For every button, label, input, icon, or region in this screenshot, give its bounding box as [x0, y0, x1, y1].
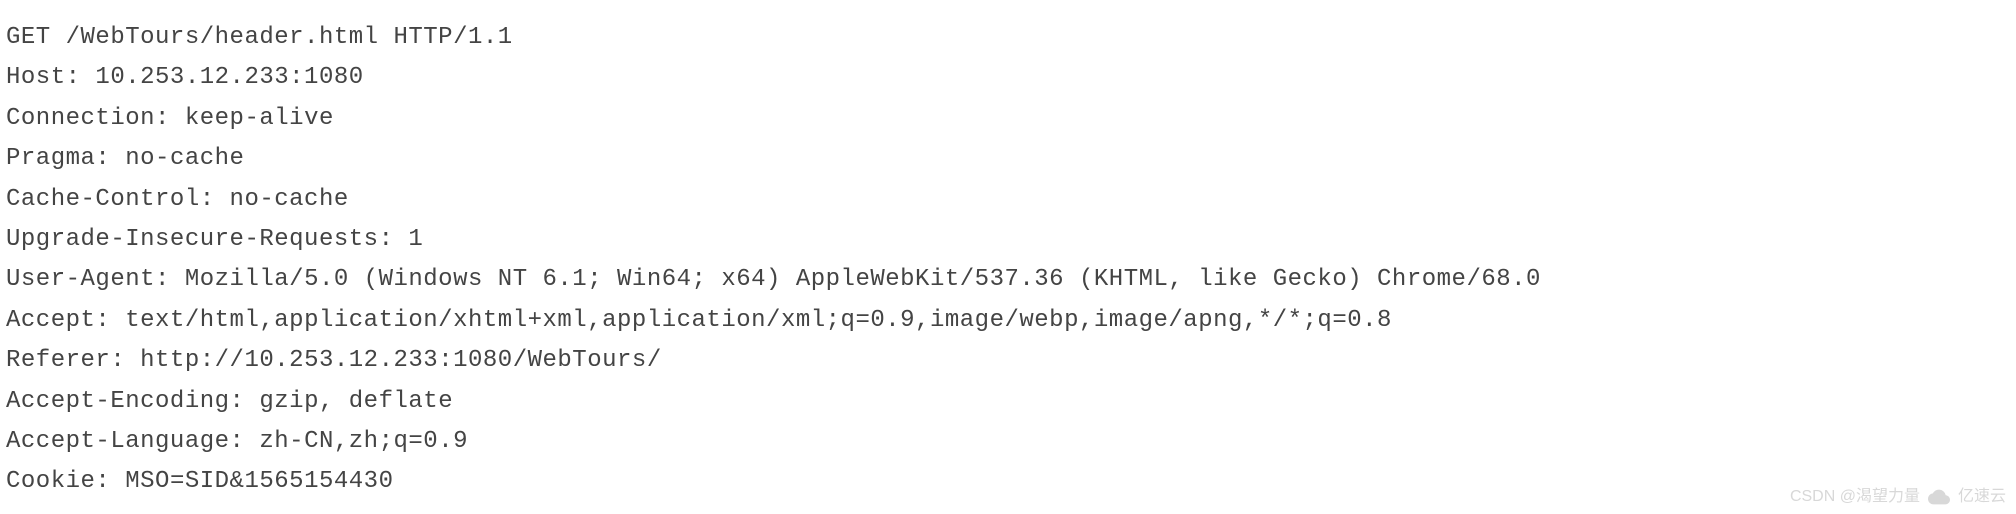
http-header-cookie: Cookie: MSO=SID&1565154430	[6, 462, 2010, 502]
header-value: keep-alive	[185, 105, 334, 132]
header-name: Accept-Language	[6, 428, 230, 455]
http-request-block: GET /WebTours/header.html HTTP/1.1 Host:…	[6, 18, 2010, 503]
watermark: CSDN @渴望力量 亿速云	[1790, 484, 2006, 510]
header-value: no-cache	[230, 186, 349, 213]
header-name: Pragma	[6, 145, 95, 172]
http-header-cache-control: Cache-Control: no-cache	[6, 180, 2010, 220]
header-name: Host	[6, 64, 66, 91]
header-name: Accept	[6, 307, 95, 334]
header-value: http://10.253.12.233:1080/WebTours/	[140, 347, 662, 374]
http-request-line: GET /WebTours/header.html HTTP/1.1	[6, 18, 2010, 58]
header-name: Connection	[6, 105, 155, 132]
http-header-host: Host: 10.253.12.233:1080	[6, 58, 2010, 98]
http-header-referer: Referer: http://10.253.12.233:1080/WebTo…	[6, 341, 2010, 381]
http-header-upgrade-insecure-requests: Upgrade-Insecure-Requests: 1	[6, 220, 2010, 260]
http-header-accept-encoding: Accept-Encoding: gzip, deflate	[6, 382, 2010, 422]
header-name: Cache-Control	[6, 186, 200, 213]
header-value: MSO=SID&1565154430	[125, 468, 393, 495]
header-name: User-Agent	[6, 266, 155, 293]
header-value: Mozilla/5.0 (Windows NT 6.1; Win64; x64)…	[185, 266, 1541, 293]
header-value: text/html,application/xhtml+xml,applicat…	[125, 307, 1392, 334]
header-value: gzip, deflate	[259, 388, 453, 415]
http-header-accept: Accept: text/html,application/xhtml+xml,…	[6, 301, 2010, 341]
watermark-csdn: CSDN @渴望力量	[1790, 484, 1920, 510]
watermark-brand: 亿速云	[1958, 484, 2006, 510]
header-name: Accept-Encoding	[6, 388, 230, 415]
http-header-accept-language: Accept-Language: zh-CN,zh;q=0.9	[6, 422, 2010, 462]
header-name: Upgrade-Insecure-Requests	[6, 226, 379, 253]
http-header-connection: Connection: keep-alive	[6, 99, 2010, 139]
header-value: zh-CN,zh;q=0.9	[259, 428, 468, 455]
http-header-user-agent: User-Agent: Mozilla/5.0 (Windows NT 6.1;…	[6, 260, 2010, 300]
header-name: Cookie	[6, 468, 95, 495]
cloud-icon	[1928, 489, 1950, 505]
header-value: no-cache	[125, 145, 244, 172]
http-header-pragma: Pragma: no-cache	[6, 139, 2010, 179]
header-name: Referer	[6, 347, 110, 374]
header-value: 1	[408, 226, 423, 253]
header-value: 10.253.12.233:1080	[95, 64, 363, 91]
